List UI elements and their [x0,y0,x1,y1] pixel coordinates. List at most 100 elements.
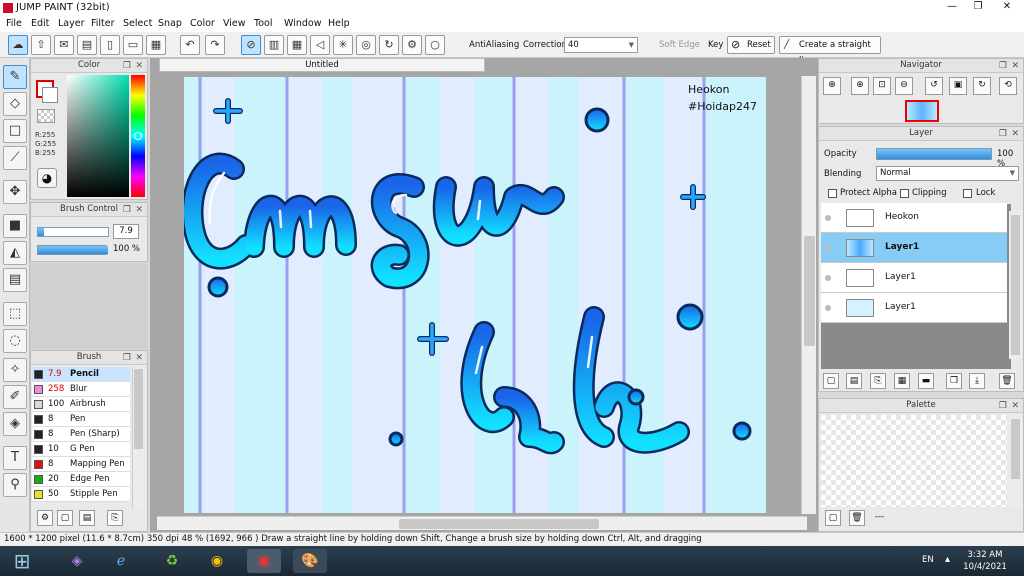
bucket-tool-icon[interactable]: ◭ [3,241,27,265]
chrome-icon[interactable]: ◉ [200,549,234,573]
rotate-left-icon[interactable]: ↺ [925,77,943,95]
system-clock[interactable]: 3:32 AM 10/4/2021 [962,549,1008,573]
rectangle-tool-icon[interactable]: □ [3,119,27,143]
snap-ellipse-icon[interactable]: ○ [425,35,445,55]
menu-tool[interactable]: Tool [254,18,272,29]
drawing-canvas[interactable]: Heokon #Hoidap247 [184,77,766,513]
reset-view-icon[interactable]: ⟲ [999,77,1017,95]
snap-vanish-icon[interactable]: ◁ [310,35,330,55]
horizontal-scrollbar[interactable] [157,516,807,530]
menu-view[interactable]: View [223,18,246,29]
visibility-icon[interactable] [825,275,831,281]
visibility-icon[interactable] [825,245,831,251]
layer-row[interactable]: Heokon [821,203,1007,233]
trash-icon[interactable]: 🗑 [999,373,1015,389]
snap-settings-icon[interactable]: ⚙ [402,35,422,55]
rotate-right-icon[interactable]: ↻ [973,77,991,95]
fill-rect-tool-icon[interactable]: ■ [3,214,27,238]
vertical-scroll-thumb[interactable] [804,236,815,346]
close-button[interactable]: ✕ [992,0,1022,14]
zoom-out-icon[interactable]: ⊖ [895,77,913,95]
menu-help[interactable]: Help [328,18,350,29]
navigator-preview[interactable] [905,100,939,122]
undock-icon[interactable]: ❐ [999,128,1007,141]
zoom-in-icon[interactable]: ⊕ [851,77,869,95]
tray-arrow-icon[interactable]: ▴ [945,554,950,565]
layer-list-scroll-thumb[interactable] [1011,215,1020,355]
new-layer-page-icon[interactable]: ▤ [846,373,862,389]
menu-layer[interactable]: Layer [58,18,85,29]
menu-edit[interactable]: Edit [31,18,49,29]
brush-item[interactable]: 8 Mapping Pen [32,457,130,472]
eraser-tool-icon[interactable]: ◇ [3,92,27,116]
snap-circle-icon[interactable]: ◎ [356,35,376,55]
palette-scroll-thumb[interactable] [1011,419,1020,479]
layer-opacity-slider[interactable] [876,148,992,160]
close-icon[interactable]: ✕ [1011,400,1019,413]
gradient-tool-icon[interactable]: ▤ [3,268,27,292]
layer-row[interactable]: Layer1 [821,293,1007,323]
saturation-value-picker[interactable] [67,75,129,197]
upload-icon[interactable]: ⇧ [31,35,51,55]
undock-icon[interactable]: ❐ [999,60,1007,73]
palette-icon[interactable]: ◕ [37,168,57,188]
new-layer-icon[interactable]: ▢ [823,373,839,389]
document-tab[interactable]: Untitled [159,58,485,72]
select-pen-tool-icon[interactable]: ✐ [3,385,27,409]
duplicate-layer-icon[interactable]: ⎘ [870,373,886,389]
brush-item[interactable]: 20 Edge Pen [32,472,130,487]
app-icon[interactable]: ♻ [155,549,189,573]
correction-select[interactable]: 40 ▼ [564,37,638,53]
redo-icon[interactable]: ↷ [205,35,225,55]
undo-icon[interactable]: ↶ [180,35,200,55]
visibility-icon[interactable] [825,215,831,221]
start-button-icon[interactable]: ⊞ [2,549,42,573]
page-icon[interactable]: ▭ [123,35,143,55]
menu-color[interactable]: Color [190,18,215,29]
folder-icon[interactable]: ▬ [918,373,934,389]
lock-checkbox[interactable] [963,189,972,198]
grid-settings-icon[interactable]: ▦ [146,35,166,55]
palette-swatches-area[interactable] [821,415,1007,507]
brush-size-input[interactable]: 7.9 [113,224,139,239]
brush-tool-icon[interactable]: ✎ [3,65,27,89]
menu-file[interactable]: File [6,18,22,29]
brush-list-scroll-thumb[interactable] [134,369,143,449]
snap-grid-icon[interactable]: ▦ [287,35,307,55]
zoom-fit-icon[interactable]: ⊕ [823,77,841,95]
flip-icon[interactable]: ▣ [949,77,967,95]
cloud-icon[interactable]: ☁ [8,35,28,55]
magic-wand-tool-icon[interactable]: ✧ [3,358,27,382]
maximize-button[interactable]: ❐ [966,0,990,14]
jump-paint-taskbar-icon[interactable]: ▣ [247,549,281,573]
minimize-button[interactable]: — [940,0,964,14]
close-icon[interactable]: ✕ [135,352,143,365]
undock-icon[interactable]: ❐ [123,352,131,365]
snap-off-icon[interactable]: ⊘ [241,35,261,55]
secondary-color-swatch[interactable] [42,87,58,103]
select-rect-tool-icon[interactable]: ⬚ [3,302,27,326]
line-tool-icon[interactable]: ⟋ [3,146,27,170]
brush-item[interactable]: 258 Blur [32,382,130,397]
eyedropper-tool-icon[interactable]: ⚲ [3,473,27,497]
undock-icon[interactable]: ❐ [999,400,1007,413]
brush-item[interactable]: 8 Pen [32,412,130,427]
zoom-actual-icon[interactable]: ⊡ [873,77,891,95]
internet-explorer-icon[interactable]: ℯ [104,549,138,573]
brush-opacity-slider[interactable] [37,245,108,255]
hue-handle[interactable] [134,132,142,140]
protect-alpha-checkbox[interactable] [828,189,837,198]
snap-radial-icon[interactable]: ✳ [333,35,353,55]
horizontal-scroll-thumb[interactable] [399,519,599,529]
layer-row[interactable]: Layer1 [821,233,1007,263]
menu-filter[interactable]: Filter [91,18,115,29]
snap-curve-icon[interactable]: ↻ [379,35,399,55]
brush-list-scrollbar[interactable] [132,367,144,509]
palette-scrollbar[interactable] [1009,415,1022,507]
new-brush-icon[interactable]: ▢ [57,510,73,526]
snap-parallel-icon[interactable]: ▥ [264,35,284,55]
delete-palette-icon[interactable]: 🗑 [849,510,865,526]
blending-select[interactable]: Normal ▼ [876,166,1019,181]
text-tool-icon[interactable]: T [3,446,27,470]
menu-snap[interactable]: Snap [158,18,182,29]
